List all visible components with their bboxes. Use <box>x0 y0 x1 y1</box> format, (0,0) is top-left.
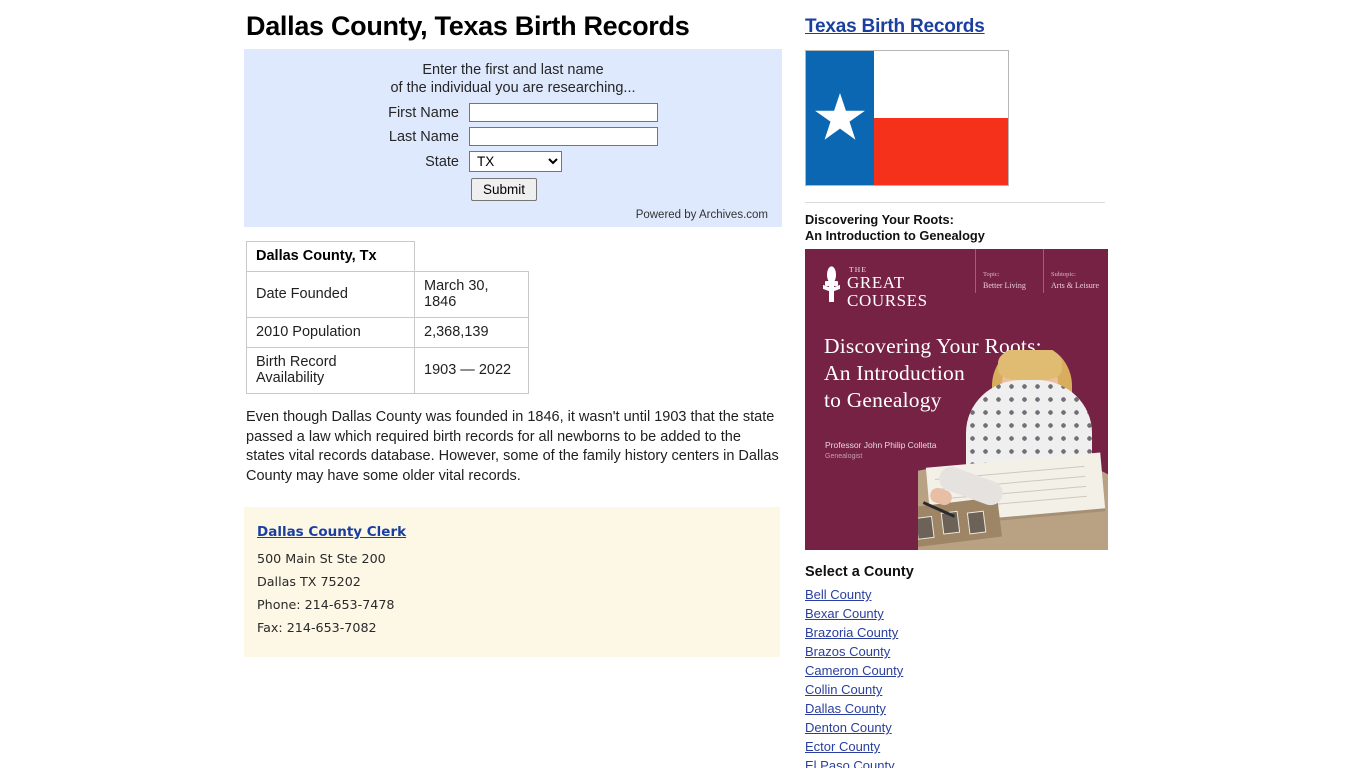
great-courses-ad[interactable]: THE GREAT COURSES Topic: Better Living S… <box>805 249 1108 550</box>
table-row: Date Founded March 30, 1846 <box>246 271 529 318</box>
list-item: Brazos County <box>805 642 1115 661</box>
main-content-column: Dallas County, Texas Birth Records Enter… <box>244 0 782 657</box>
population-label: 2010 Population <box>246 317 415 348</box>
birth-record-search-panel: Enter the first and last name of the ind… <box>244 49 782 227</box>
sidebar-divider <box>805 202 1105 203</box>
flag-red-band <box>874 118 1008 185</box>
ad-topic-key: Topic: <box>983 271 1000 278</box>
ad-heading-line1: Discovering Your Roots: <box>805 212 954 227</box>
contact-address-line-2: Dallas TX 75202 <box>257 573 361 589</box>
contact-fax: Fax: 214-653-7082 <box>257 619 377 635</box>
state-select[interactable]: TX <box>469 151 562 172</box>
ad-divider-1 <box>975 249 976 293</box>
county-link-dallas[interactable]: Dallas County <box>805 701 886 716</box>
texas-birth-records-link[interactable]: Texas Birth Records <box>805 16 985 38</box>
state-row: State TX <box>252 151 774 172</box>
table-header-row: Dallas County, Tx <box>246 241 529 272</box>
powered-by-label: Powered by Archives.com <box>635 209 768 221</box>
list-item: Bell County <box>805 585 1115 604</box>
first-name-row: First Name <box>252 103 774 122</box>
record-availability-value: 1903 — 2022 <box>414 347 529 394</box>
list-item: Ector County <box>805 737 1115 756</box>
county-info-table-body: Dallas County, Tx Date Founded March 30,… <box>246 241 529 394</box>
state-label: State <box>425 153 459 170</box>
ad-topic-block: Topic: Better Living <box>983 269 1026 291</box>
county-link-denton[interactable]: Denton County <box>805 720 892 735</box>
last-name-input[interactable] <box>469 127 658 146</box>
contact-address-line-1: 500 Main St Ste 200 <box>257 550 386 566</box>
contact-phone: Phone: 214-653-7478 <box>257 596 395 612</box>
population-value: 2,368,139 <box>414 317 529 348</box>
list-item: Cameron County <box>805 661 1115 680</box>
ad-subtopic-value: Arts & Leisure <box>1051 281 1099 290</box>
date-founded-label: Date Founded <box>246 271 415 318</box>
search-instructions-line2: of the individual you are researching... <box>390 80 636 96</box>
page-root: Dallas County, Texas Birth Records Enter… <box>0 0 1366 768</box>
county-link-el-paso[interactable]: El Paso County <box>805 758 895 768</box>
texas-flag-icon <box>805 50 1009 186</box>
ad-photo-woman-researching <box>918 350 1108 550</box>
table-header-blank-cell <box>414 241 529 272</box>
county-info-table: Dallas County, Tx Date Founded March 30,… <box>246 241 529 394</box>
search-form: First Name Last Name State TX Submit <box>252 103 774 201</box>
county-description-paragraph: Even though Dallas County was founded in… <box>246 409 779 485</box>
flag-white-band <box>874 51 1008 118</box>
last-name-row: Last Name <box>252 127 774 146</box>
logo-courses-text: COURSES <box>847 290 928 310</box>
list-item: Brazoria County <box>805 623 1115 642</box>
torch-icon <box>823 266 840 304</box>
county-link-brazoria[interactable]: Brazoria County <box>805 625 898 640</box>
torch-stem-part <box>829 286 834 302</box>
ad-topic-value: Better Living <box>983 281 1026 290</box>
county-link-cameron[interactable]: Cameron County <box>805 663 903 678</box>
county-link-collin[interactable]: Collin County <box>805 682 882 697</box>
photo-hair-top <box>998 350 1062 380</box>
first-name-label: First Name <box>388 104 459 121</box>
page-title: Dallas County, Texas Birth Records <box>246 11 690 41</box>
table-row: Birth Record Availability 1903 — 2022 <box>246 347 529 394</box>
torch-wing-right-part <box>834 284 840 292</box>
great-courses-logo: THE GREAT COURSES <box>823 265 928 309</box>
list-item: Dallas County <box>805 699 1115 718</box>
county-clerk-contact-box: Dallas County Clerk 500 Main St Ste 200 … <box>244 506 780 657</box>
first-name-input[interactable] <box>469 103 658 122</box>
sidebar-column: Texas Birth Records Discovering Your Roo… <box>805 0 1115 768</box>
date-founded-value: March 30, 1846 <box>414 271 529 318</box>
ad-divider-2 <box>1043 249 1044 293</box>
county-link-ector[interactable]: Ector County <box>805 739 880 754</box>
photo-chip <box>918 515 935 540</box>
photo-chip <box>966 510 987 535</box>
county-clerk-link[interactable]: Dallas County Clerk <box>257 524 406 540</box>
ad-heading: Discovering Your Roots: An Introduction … <box>805 212 1115 243</box>
county-list: Bell County Bexar County Brazoria County… <box>805 585 1115 768</box>
county-link-bexar[interactable]: Bexar County <box>805 606 884 621</box>
list-item: Denton County <box>805 718 1115 737</box>
select-a-county-heading: Select a County <box>805 564 914 580</box>
search-instructions-line1: Enter the first and last name <box>422 62 604 78</box>
logo-great-text: GREAT <box>847 273 905 292</box>
county-info-table-title: Dallas County, Tx <box>246 241 415 272</box>
record-availability-label: Birth Record Availability <box>246 347 415 394</box>
county-link-bell[interactable]: Bell County <box>805 587 871 602</box>
list-item: Bexar County <box>805 604 1115 623</box>
submit-row: Submit <box>252 178 774 201</box>
list-item: El Paso County <box>805 756 1115 768</box>
ad-subtopic-key: Subtopic: <box>1051 271 1076 278</box>
ad-subtopic-block: Subtopic: Arts & Leisure <box>1051 269 1099 291</box>
great-courses-wordmark: THE GREAT COURSES <box>847 265 928 309</box>
submit-spacer <box>252 178 471 201</box>
list-item: Collin County <box>805 680 1115 699</box>
last-name-label: Last Name <box>388 128 459 145</box>
table-row: 2010 Population 2,368,139 <box>246 317 529 348</box>
ad-heading-line2: An Introduction to Genealogy <box>805 227 985 243</box>
search-instructions: Enter the first and last name of the ind… <box>252 61 774 103</box>
submit-button[interactable]: Submit <box>471 178 538 201</box>
county-link-brazos[interactable]: Brazos County <box>805 644 890 659</box>
